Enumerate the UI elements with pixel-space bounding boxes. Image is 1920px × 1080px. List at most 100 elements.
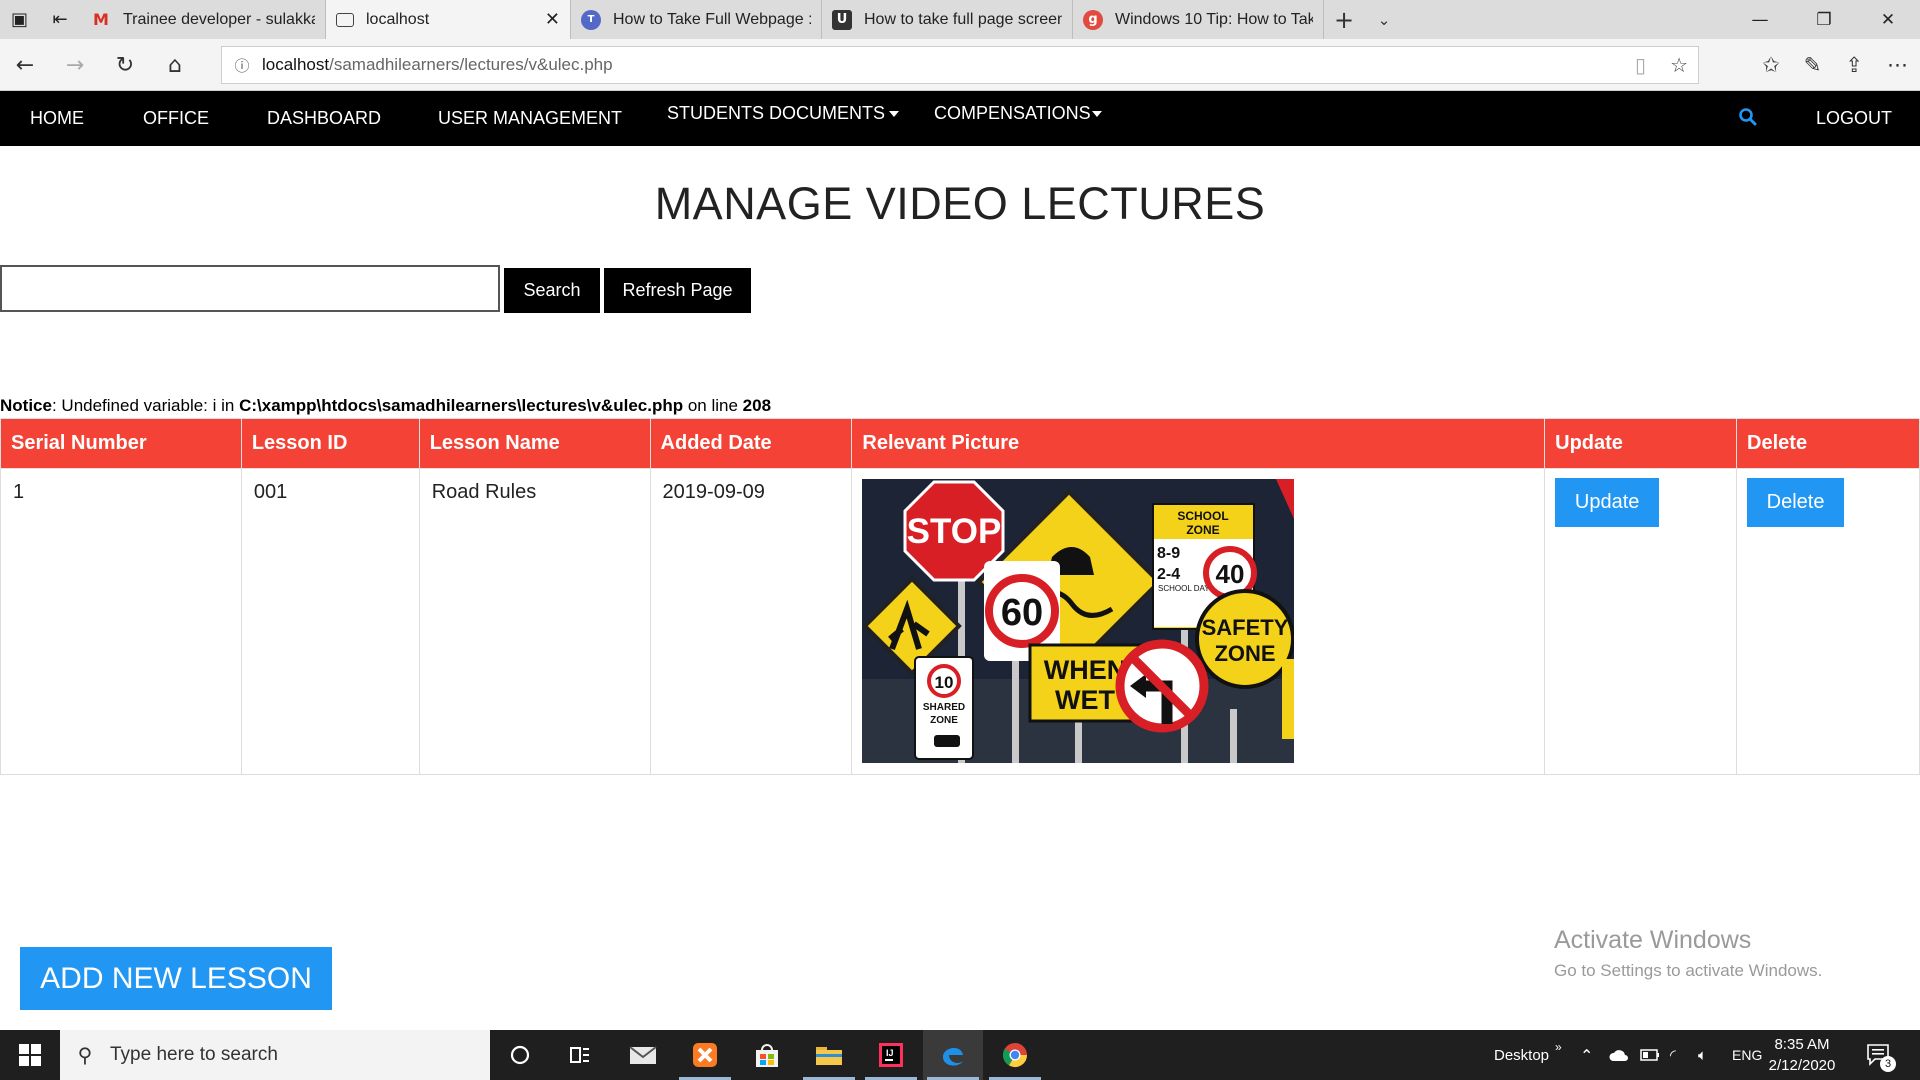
onedrive-icon[interactable] bbox=[1608, 1030, 1630, 1080]
gmail-icon: M bbox=[93, 10, 109, 29]
u-icon: U bbox=[832, 9, 852, 30]
nav-compensations-label: COMPENSATIONS bbox=[934, 103, 1091, 123]
col-added-date: Added Date bbox=[649, 418, 853, 469]
taskbar-search-box[interactable]: ⚲ Type here to search bbox=[60, 1030, 490, 1080]
url-field[interactable]: ⓘ localhost/samadhilearners/lectures/v&u… bbox=[221, 46, 1699, 84]
home-icon[interactable]: ⌂ bbox=[150, 39, 200, 91]
update-button[interactable]: Update bbox=[1555, 478, 1660, 527]
cell-lesson-id: 001 bbox=[240, 468, 420, 775]
svg-text:IJ: IJ bbox=[886, 1048, 894, 1058]
more-menu-icon[interactable]: ⋯ bbox=[1887, 53, 1908, 77]
clock[interactable]: 8:35 AM 2/12/2020 bbox=[1762, 1034, 1842, 1076]
cortana-icon[interactable] bbox=[490, 1030, 550, 1080]
tab-title: Trainee developer - sulakkai bbox=[123, 10, 315, 28]
safety-text: SAFETY bbox=[1202, 615, 1289, 640]
speed-60-text: 60 bbox=[1001, 592, 1043, 634]
file-explorer-icon[interactable] bbox=[799, 1030, 859, 1080]
col-serial-number: Serial Number bbox=[0, 418, 242, 469]
tab-howto-full-page-screen[interactable]: U How to take full page screen bbox=[822, 0, 1073, 39]
action-center-icon[interactable]: 3 bbox=[1866, 1030, 1896, 1080]
desktop-toolbar-label[interactable]: Desktop » bbox=[1494, 1030, 1562, 1080]
school-zone-text: ZONE bbox=[1187, 523, 1220, 537]
nav-students-documents[interactable]: STUDENTS DOCUMENTS bbox=[667, 91, 900, 136]
close-tab-icon[interactable]: ✕ bbox=[545, 9, 560, 30]
mail-icon[interactable] bbox=[613, 1030, 673, 1080]
notice-line-number: 208 bbox=[742, 396, 772, 415]
nav-home[interactable]: HOME bbox=[30, 91, 84, 146]
refresh-page-button[interactable]: Refresh Page bbox=[604, 268, 751, 313]
back-icon[interactable]: ← bbox=[0, 39, 50, 91]
activate-windows-watermark: Activate Windows Go to Settings to activ… bbox=[1554, 926, 1822, 981]
search-button[interactable]: Search bbox=[504, 268, 600, 313]
url-host: localhost bbox=[262, 55, 330, 74]
show-hidden-icons[interactable]: ⌃ bbox=[1580, 1030, 1593, 1080]
address-bar: ← → ↻ ⌂ ⓘ localhost/samadhilearners/lect… bbox=[0, 39, 1920, 91]
tab-windows-10-tip[interactable]: g Windows 10 Tip: How to Tak bbox=[1073, 0, 1324, 39]
nav-dashboard[interactable]: DASHBOARD bbox=[267, 91, 381, 146]
site-info-icon[interactable]: ⓘ bbox=[222, 55, 262, 76]
browser-tab-bar: ▣ ⇤ M Trainee developer - sulakkai local… bbox=[0, 0, 1920, 39]
search-input[interactable] bbox=[0, 265, 500, 312]
school-time-1-text: 8-9 bbox=[1157, 545, 1180, 562]
shared-zone-10-text: 10 bbox=[935, 673, 954, 692]
page-title: MANAGE VIDEO LECTURES bbox=[654, 178, 1266, 229]
shared-text: SHARED bbox=[923, 702, 965, 713]
watermark-subtitle: Go to Settings to activate Windows. bbox=[1554, 961, 1823, 980]
taskbar-search-placeholder: Type here to search bbox=[110, 1044, 278, 1065]
table-row: 1 001 Road Rules 2019-09-09 STOP 60 SCHO… bbox=[0, 468, 1920, 775]
close-window-icon[interactable]: ✕ bbox=[1856, 0, 1920, 39]
watermark-title: Activate Windows bbox=[1554, 926, 1752, 954]
windows-logo-icon bbox=[19, 1044, 41, 1066]
notification-count-badge: 3 bbox=[1880, 1056, 1896, 1072]
nav-logout[interactable]: LOGOUT bbox=[1816, 91, 1892, 146]
clock-time: 8:35 AM bbox=[1774, 1036, 1830, 1053]
forward-icon[interactable]: → bbox=[50, 39, 100, 91]
cell-delete: Delete bbox=[1736, 468, 1920, 775]
tab-preview-chevron-icon[interactable]: ⌄ bbox=[1364, 0, 1404, 39]
nav-students-documents-label: STUDENTS DOCUMENTS bbox=[667, 103, 886, 123]
nav-office[interactable]: OFFICE bbox=[143, 91, 209, 146]
language-indicator[interactable]: ENG bbox=[1732, 1030, 1762, 1080]
start-button[interactable] bbox=[0, 1030, 60, 1080]
nav-compensations[interactable]: COMPENSATIONS bbox=[934, 91, 1102, 136]
share-icon[interactable]: ⇪ bbox=[1845, 53, 1863, 77]
tab-gmail[interactable]: M Trainee developer - sulakkai bbox=[81, 0, 326, 39]
speed-40-text: 40 bbox=[1216, 559, 1245, 589]
wet-text: WET bbox=[1055, 685, 1115, 715]
tab-title: localhost bbox=[366, 10, 430, 28]
intellij-icon[interactable]: IJ bbox=[861, 1030, 921, 1080]
delete-button[interactable]: Delete bbox=[1747, 478, 1845, 527]
tab-howto-full-webpage[interactable]: T How to Take Full Webpage : bbox=[571, 0, 822, 39]
notes-pen-icon[interactable]: ✎ bbox=[1804, 53, 1822, 77]
tt-icon: T bbox=[581, 9, 601, 30]
notice-message: : Undefined variable: i in bbox=[51, 396, 240, 415]
favorites-icon[interactable]: ✩ bbox=[1762, 53, 1780, 77]
site-nav: HOME OFFICE DASHBOARD USER MANAGEMENT ST… bbox=[0, 91, 1920, 146]
safety-zone-text: ZONE bbox=[1215, 641, 1276, 666]
wifi-icon[interactable]: ◜ bbox=[1670, 1030, 1676, 1080]
search-icon[interactable] bbox=[1738, 107, 1758, 127]
minimize-icon[interactable]: — bbox=[1728, 0, 1792, 39]
add-new-lesson-button[interactable]: ADD NEW LESSON bbox=[20, 947, 332, 1010]
store-icon[interactable] bbox=[737, 1030, 797, 1080]
windows-taskbar: ⚲ Type here to search IJ Desktop » ⌃ ◜ 🔈… bbox=[0, 1030, 1920, 1080]
restore-icon[interactable]: ❐ bbox=[1792, 0, 1856, 39]
url-path: /samadhilearners/lectures/v&ulec.php bbox=[329, 55, 613, 74]
new-tab-icon[interactable]: + bbox=[1324, 0, 1364, 39]
task-view-icon[interactable] bbox=[550, 1030, 610, 1080]
edge-icon[interactable] bbox=[923, 1030, 983, 1080]
xampp-icon[interactable] bbox=[675, 1030, 735, 1080]
battery-icon[interactable] bbox=[1640, 1030, 1660, 1080]
notice-path: C:\xampp\htdocs\samadhilearners\lectures… bbox=[239, 396, 684, 415]
nav-user-management[interactable]: USER MANAGEMENT bbox=[438, 91, 622, 146]
chrome-icon[interactable] bbox=[985, 1030, 1045, 1080]
tab-localhost[interactable]: localhost ✕ bbox=[326, 0, 571, 39]
favorite-star-icon[interactable]: ☆ bbox=[1670, 53, 1688, 77]
refresh-icon[interactable]: ↻ bbox=[100, 39, 150, 91]
reading-view-icon[interactable]: ▯ bbox=[1635, 53, 1646, 77]
volume-icon[interactable]: 🔈︎ bbox=[1698, 1030, 1707, 1080]
cell-lesson-name: Road Rules bbox=[418, 468, 651, 775]
notice-label: Notice bbox=[0, 396, 52, 415]
set-aside-tabs-icon[interactable]: ⇤ bbox=[39, 0, 81, 39]
tab-actions-icon[interactable]: ▣ bbox=[0, 0, 39, 39]
